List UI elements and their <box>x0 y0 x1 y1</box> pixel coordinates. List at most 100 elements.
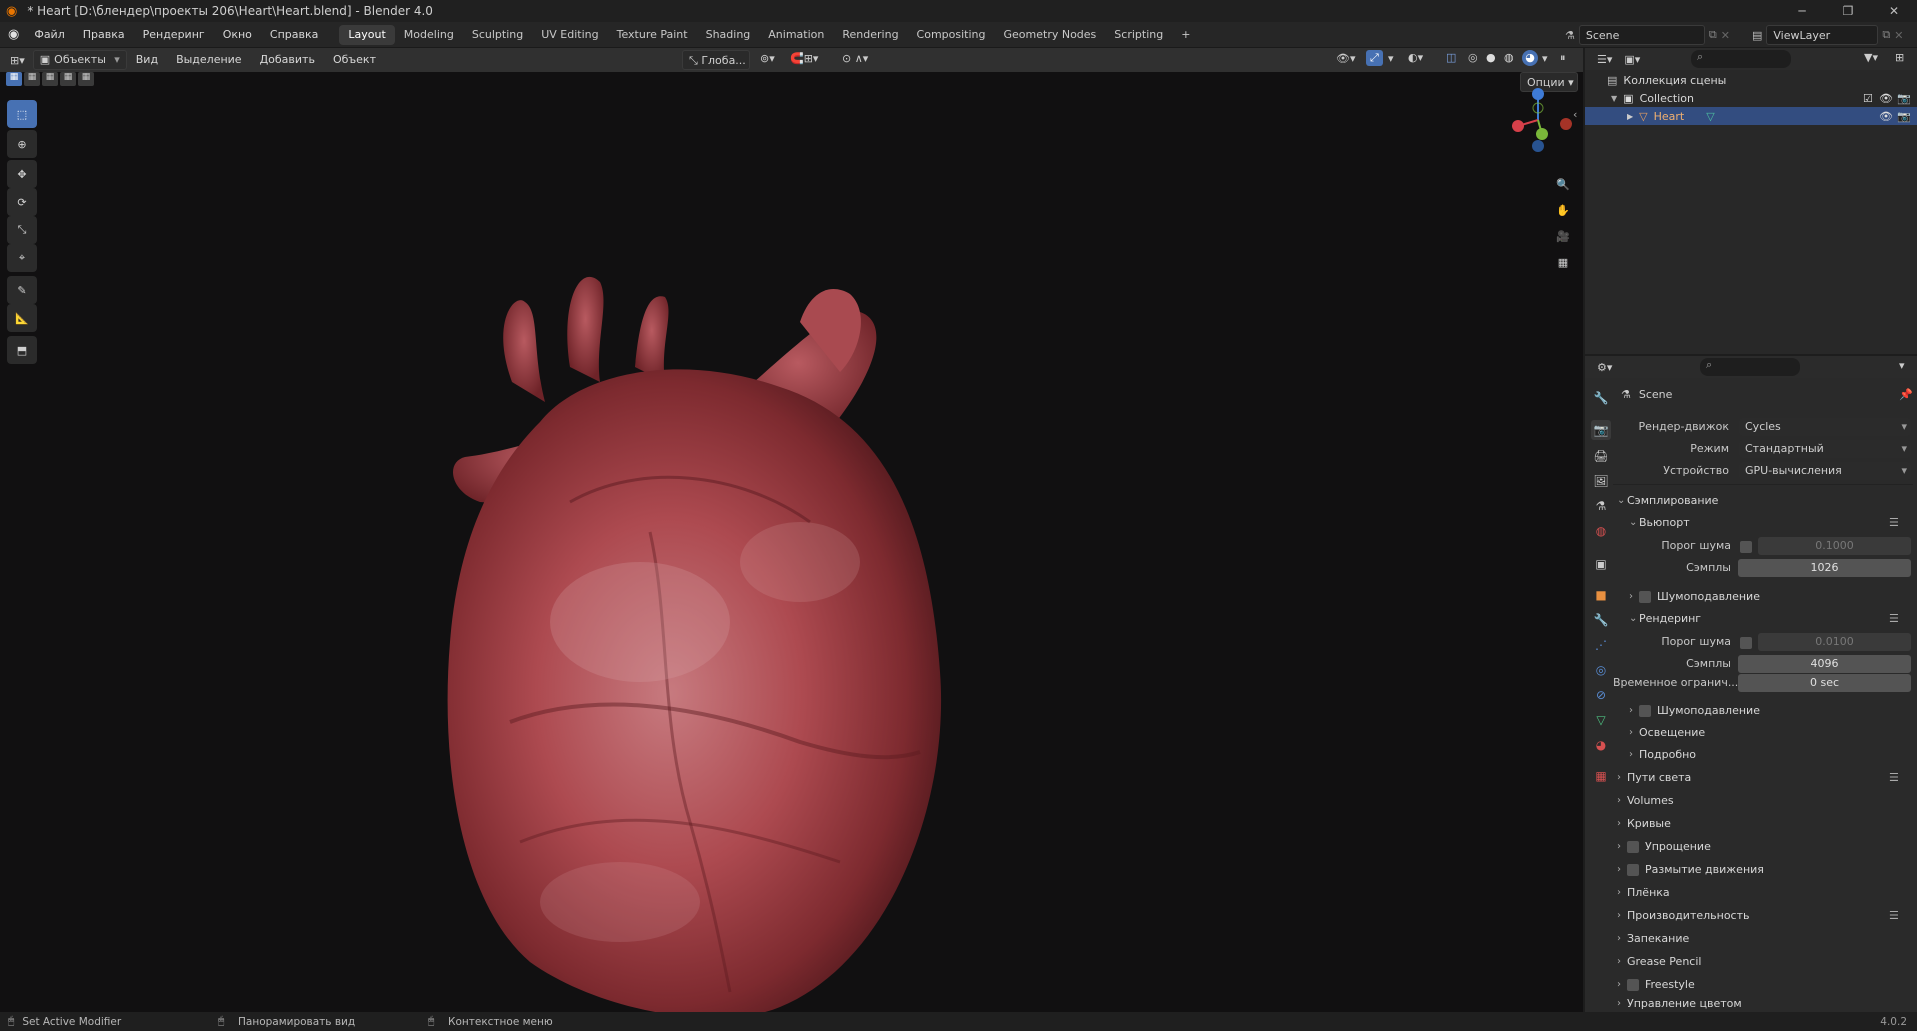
expand-arrow-icon[interactable]: ▶ <box>1627 112 1633 121</box>
motion-blur-checkbox[interactable] <box>1627 863 1639 876</box>
motion-blur-section[interactable]: › Размытие движения <box>1617 859 1917 880</box>
tab-sculpting[interactable]: Sculpting <box>463 25 532 45</box>
tool-tab-icon[interactable]: 🔧 <box>1591 388 1611 408</box>
tab-scripting[interactable]: Scripting <box>1105 25 1172 45</box>
tab-rendering[interactable]: Rendering <box>833 25 907 45</box>
light-paths-section[interactable]: › Пути света ☰ <box>1617 767 1917 788</box>
outliner-row-collection[interactable]: ▼ ▣ Collection ☑ 👁 📷 <box>1585 89 1917 107</box>
properties-search-input[interactable]: ⌕ <box>1700 358 1800 376</box>
tab-geometry-nodes[interactable]: Geometry Nodes <box>995 25 1106 45</box>
tab-texture-paint[interactable]: Texture Paint <box>608 25 697 45</box>
mode-dropdown[interactable]: ▣ Объекты ▾ <box>32 50 127 70</box>
annotate-tool[interactable]: ✎ <box>7 276 37 304</box>
filter-icon[interactable]: ▼▾ <box>1864 51 1878 64</box>
ortho-grid-icon[interactable]: ▦ <box>1550 250 1576 274</box>
scene-selector[interactable]: Scene <box>1578 25 1705 45</box>
render-camera-icon[interactable]: 📷 <box>1897 92 1911 105</box>
freestyle-section[interactable]: › Freestyle <box>1617 974 1917 995</box>
camera-view-icon[interactable]: 🎥 <box>1550 224 1576 248</box>
add-cube-tool[interactable]: ⬒ <box>7 336 37 364</box>
volumes-section[interactable]: › Volumes <box>1617 790 1917 811</box>
object-tab-icon[interactable]: ■ <box>1591 585 1611 605</box>
zoom-icon[interactable]: 🔍 <box>1550 172 1576 196</box>
remove-viewlayer-icon[interactable]: ✕ <box>1894 29 1903 42</box>
menu-add[interactable]: Добавить <box>251 47 324 73</box>
cursor-tool[interactable]: ⊕ <box>7 130 37 158</box>
tab-modeling[interactable]: Modeling <box>395 25 463 45</box>
new-collection-icon[interactable]: ⊞ <box>1895 51 1904 64</box>
presets-list-icon[interactable]: ☰ <box>1889 612 1899 625</box>
eye-icon[interactable]: 👁 <box>1879 110 1893 123</box>
modifier-tab-icon[interactable]: 🔧 <box>1591 610 1611 630</box>
presets-list-icon[interactable]: ☰ <box>1889 771 1899 784</box>
color-management-section[interactable]: › Управление цветом <box>1617 996 1917 1010</box>
menu-file[interactable]: Файл <box>25 22 73 48</box>
display-mode-icon[interactable]: ▣▾ <box>1624 53 1640 66</box>
3d-viewport[interactable]: ▦ ▦ ▦ ▦ ▦ Опции ▾ ⬚ ⊕ ✥ ⟳ ⤡ ⌖ ✎ 📐 ⬒ 🔍 ✋ … <box>0 72 1583 1012</box>
overlay-icon[interactable]: ◐▾ <box>1408 51 1423 64</box>
tab-layout[interactable]: Layout <box>339 24 395 45</box>
viewport-noise-checkbox[interactable] <box>1740 541 1752 553</box>
presets-list-icon[interactable]: ☰ <box>1889 516 1899 529</box>
world-tab-icon[interactable]: ◍ <box>1591 521 1611 541</box>
select-extend-icon[interactable]: ▦ <box>24 72 40 86</box>
material-tab-icon[interactable]: ◕ <box>1591 735 1611 755</box>
eye-icon[interactable]: 👁 <box>1879 92 1893 105</box>
move-tool[interactable]: ✥ <box>7 160 37 188</box>
scene-tab-icon[interactable]: ⚗ <box>1591 496 1611 516</box>
viewport-noise-threshold-field[interactable]: 0.1000 <box>1758 537 1911 555</box>
tab-compositing[interactable]: Compositing <box>908 25 995 45</box>
add-workspace-button[interactable]: + <box>1172 25 1199 45</box>
visibility-icon[interactable]: 👁▾ <box>1336 52 1356 65</box>
shading-dropdown-icon[interactable]: ▾ <box>1542 52 1548 65</box>
render-denoise-header[interactable]: › Шумоподавление <box>1629 700 1917 721</box>
rotate-tool[interactable]: ⟳ <box>7 188 37 216</box>
grease-pencil-section[interactable]: › Grease Pencil <box>1617 951 1917 972</box>
heart-model[interactable] <box>420 202 1020 1012</box>
constraints-tab-icon[interactable]: ⊘ <box>1591 685 1611 705</box>
menu-view[interactable]: Вид <box>127 47 167 73</box>
navigation-gizmo[interactable] <box>1500 84 1580 154</box>
blender-menu-icon[interactable]: ◉ <box>0 27 25 42</box>
particles-tab-icon[interactable]: ⋰ <box>1591 635 1611 655</box>
viewlayer-selector[interactable]: ViewLayer <box>1766 25 1879 45</box>
curves-section[interactable]: › Кривые <box>1617 813 1917 834</box>
viewport-denoise-header[interactable]: › Шумоподавление <box>1629 586 1917 607</box>
tab-shading[interactable]: Shading <box>697 25 760 45</box>
render-denoise-checkbox[interactable] <box>1639 704 1651 717</box>
chevron-down-icon[interactable]: ▾ <box>1899 359 1905 372</box>
lighting-header[interactable]: › Освещение <box>1629 722 1917 743</box>
wireframe-shading-icon[interactable]: ◎ <box>1468 51 1478 64</box>
select-subtract-icon[interactable]: ▦ <box>42 72 58 86</box>
menu-window[interactable]: Окно <box>214 22 261 48</box>
collection-tab-icon[interactable]: ▣ <box>1591 554 1611 574</box>
advanced-header[interactable]: › Подробно <box>1629 744 1917 765</box>
view-layer-tab-icon[interactable]: 🖼 <box>1591 471 1611 491</box>
scene-icon[interactable]: ⚗ <box>1565 29 1575 42</box>
viewport-denoise-checkbox[interactable] <box>1639 590 1651 603</box>
render-tab-icon[interactable]: 📷 <box>1591 420 1611 440</box>
close-scene-icon[interactable]: ✕ <box>1721 29 1730 42</box>
select-invert-icon[interactable]: ▦ <box>60 72 76 86</box>
menu-help[interactable]: Справка <box>261 22 327 48</box>
xray-icon[interactable]: ◫ <box>1446 51 1456 64</box>
collection-checkbox-icon[interactable]: ☑ <box>1863 92 1873 105</box>
editor-type-icon[interactable]: ⊞▾ <box>10 54 25 67</box>
texture-tab-icon[interactable]: ▦ <box>1591 766 1611 786</box>
properties-editor-icon[interactable]: ⚙▾ <box>1597 361 1612 374</box>
expand-arrow-icon[interactable]: ▼ <box>1611 94 1617 103</box>
bake-section[interactable]: › Запекание <box>1617 928 1917 949</box>
menu-render[interactable]: Рендеринг <box>134 22 214 48</box>
snap-icon[interactable]: 🧲⊞▾ <box>790 52 818 65</box>
render-samples-field[interactable]: 4096 <box>1738 655 1911 673</box>
simplify-section[interactable]: › Упрощение <box>1617 836 1917 857</box>
time-limit-field[interactable]: 0 sec <box>1738 674 1911 692</box>
render-noise-checkbox[interactable] <box>1740 637 1752 649</box>
render-engine-dropdown[interactable]: Cycles ▾ <box>1739 418 1911 436</box>
pin-icon[interactable]: 📌 <box>1899 388 1913 401</box>
close-icon[interactable]: ✕ <box>1871 0 1917 22</box>
gizmo-toggle-icon[interactable]: ⤢ <box>1366 50 1383 66</box>
physics-tab-icon[interactable]: ◎ <box>1591 660 1611 680</box>
proportional-edit-icon[interactable]: ⊙ ∧▾ <box>842 52 868 65</box>
tab-uv-editing[interactable]: UV Editing <box>532 25 607 45</box>
